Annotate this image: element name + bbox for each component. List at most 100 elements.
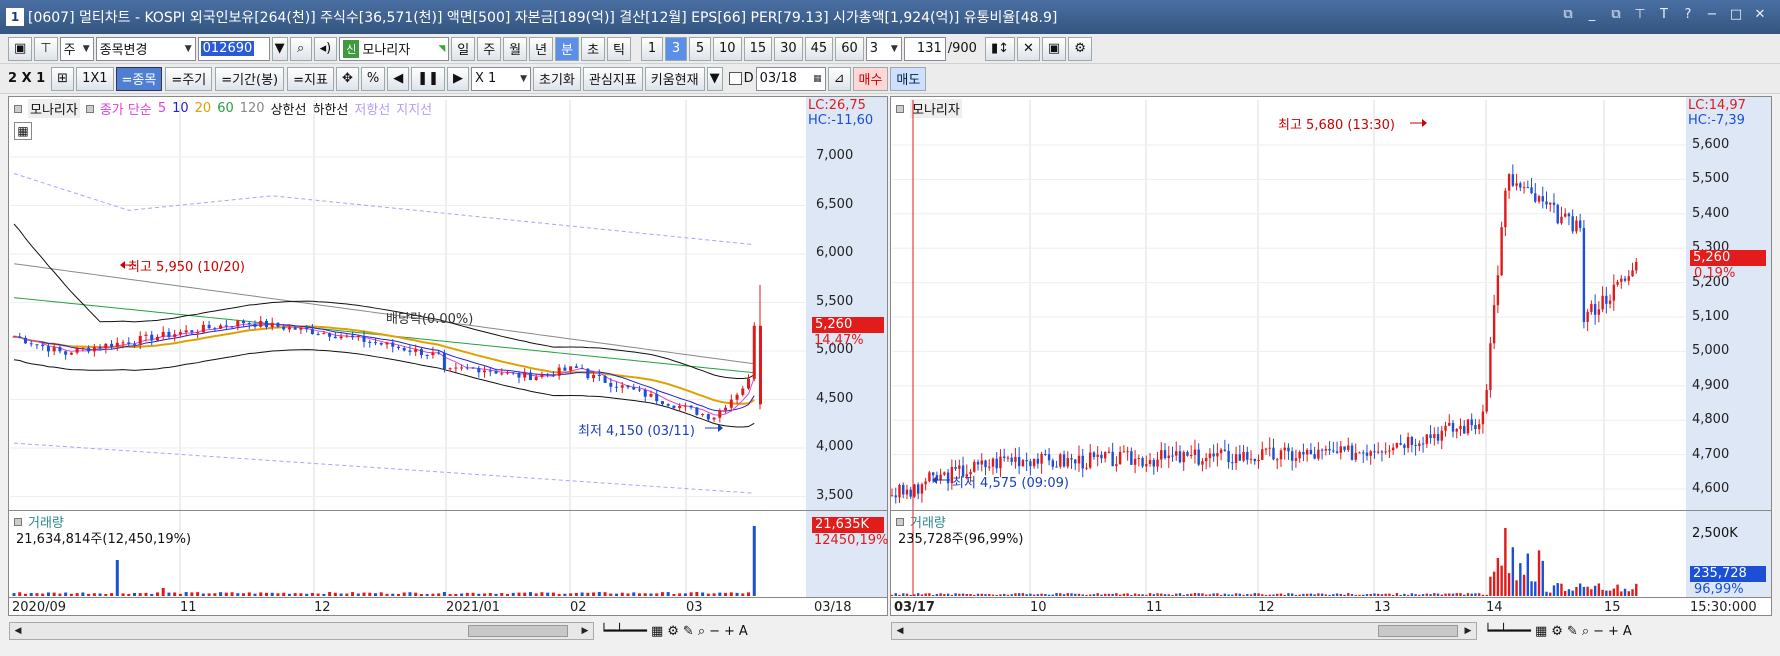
right-candle (1522, 187, 1526, 189)
right-volume-bar (902, 593, 905, 596)
right-candle (1249, 458, 1253, 460)
right-high-marker: 최고 5,680 (13:30) (1278, 118, 1396, 133)
right-volume-bar (1451, 593, 1455, 596)
right-volume-bar (1025, 594, 1028, 596)
right-candle (1448, 422, 1451, 426)
right-volume-bar (973, 594, 976, 596)
right-candle (1145, 463, 1148, 467)
right-candle (1590, 304, 1593, 312)
right-candle (1152, 460, 1155, 467)
right-candle (946, 472, 950, 484)
right-candle (1070, 458, 1073, 460)
right-zoom-slider[interactable]: ┕━┷━━━ (1484, 624, 1531, 639)
right-candle (1201, 461, 1204, 465)
right-volume-bar (1040, 593, 1043, 596)
right-candle (1537, 196, 1541, 202)
right-candle (1481, 411, 1485, 425)
right-candle (1257, 459, 1260, 462)
right-volume-bar (898, 594, 901, 596)
right-volume-bar (1137, 594, 1141, 596)
right-volume-bar (1317, 593, 1320, 596)
right-candle (1507, 174, 1511, 191)
right-volume-bar (1175, 593, 1178, 596)
right-volume-bar (1313, 594, 1316, 596)
right-candle (999, 456, 1002, 469)
right-candle (1474, 425, 1477, 430)
right-volume-bar (958, 593, 961, 596)
right-volume-bar (1163, 594, 1167, 596)
right-candle (984, 460, 987, 468)
right-volume-bar (1006, 594, 1010, 596)
right-candle (1111, 451, 1114, 467)
right-candle (1418, 443, 1421, 446)
right-candle (1586, 311, 1589, 322)
right-candle (1246, 451, 1249, 460)
right-volume-toggle[interactable] (896, 517, 904, 526)
right-volume-bar (890, 594, 894, 596)
right-candle (1534, 193, 1537, 202)
right-candle (980, 460, 983, 465)
right-volume-bar (1399, 594, 1402, 596)
right-volume-bar (1122, 593, 1126, 596)
right-candle (988, 466, 991, 468)
right-high-arrowhead (1422, 119, 1427, 127)
right-candle (1133, 458, 1137, 465)
right-zoom-in-icon[interactable]: + (1608, 624, 1619, 639)
right-volume-bar (1261, 594, 1264, 596)
right-candle (1294, 458, 1298, 461)
right-candle (1556, 204, 1559, 224)
right-volume-bar (1635, 583, 1638, 596)
right-volume-bar (1036, 594, 1040, 596)
right-volume-bar (1156, 593, 1159, 596)
right-candle (1425, 434, 1429, 444)
right-candle (905, 489, 909, 495)
right-volume-bar (1406, 594, 1410, 596)
right-volume-bar (1190, 593, 1193, 596)
right-volume-bar (1047, 594, 1051, 596)
right-candle (1414, 444, 1417, 446)
right-volume-bar (1167, 594, 1170, 596)
right-volume-bar (961, 593, 965, 596)
right-magnifier-icon[interactable]: ⌕ (1582, 624, 1589, 639)
right-draw-icon[interactable]: ✎ (1567, 624, 1578, 639)
right-volume-bar (1601, 589, 1604, 596)
right-volume-bar (916, 593, 920, 596)
right-zoom-out-icon[interactable]: − (1593, 624, 1604, 639)
right-volume-bar (1186, 594, 1189, 596)
right-candle (1216, 453, 1219, 457)
right-candle (1526, 187, 1529, 189)
right-candle (1631, 270, 1634, 277)
right-candle (1006, 457, 1010, 459)
right-scroll-left-icon[interactable]: ◀ (892, 623, 908, 639)
right-volume-bar (1219, 594, 1223, 596)
right-volume-bar (1481, 594, 1485, 596)
right-volume-bar (1627, 591, 1630, 596)
right-volume-bar (1470, 593, 1473, 596)
right-volume-bar (1298, 594, 1301, 596)
right-volume-bar (1549, 592, 1552, 596)
right-volume-bar (1365, 594, 1369, 596)
right-volume-bar (1418, 594, 1421, 596)
right-volume-bar (999, 594, 1002, 596)
right-scroll-right-icon[interactable]: ▶ (1460, 623, 1476, 639)
right-auto-icon[interactable]: A (1623, 624, 1632, 639)
right-candle (1062, 454, 1066, 467)
right-candle (1623, 278, 1627, 281)
right-volume-bar (1586, 586, 1589, 596)
right-volume-bar (1089, 594, 1092, 596)
right-candle (1485, 389, 1488, 412)
right-candle (1279, 450, 1283, 460)
right-candle (1066, 458, 1069, 467)
right-scroll-thumb[interactable] (1378, 625, 1458, 637)
right-candle (1204, 457, 1208, 462)
right-volume-bar (1066, 593, 1069, 596)
right-scrollbar[interactable]: ◀ ▶ (891, 622, 1477, 640)
right-candle (1115, 464, 1118, 467)
right-gear-icon[interactable]: ⚙ (1551, 624, 1563, 639)
right-volume-bar (1328, 594, 1331, 596)
right-table-view-icon[interactable]: ▦ (1535, 624, 1547, 639)
right-volume-bar (1369, 593, 1372, 596)
right-x-label: 13 (1374, 600, 1391, 615)
right-volume-bar (1496, 557, 1500, 596)
right-volume-bar (1436, 593, 1440, 596)
